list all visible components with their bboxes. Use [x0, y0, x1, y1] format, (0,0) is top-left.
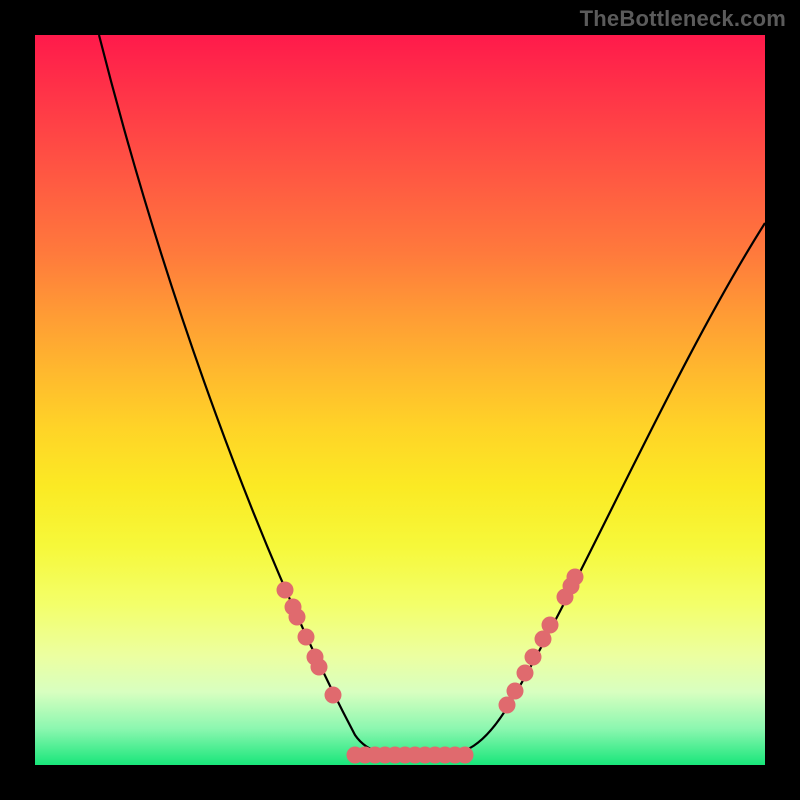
dot-right-1 — [507, 683, 524, 700]
dot-left-0 — [277, 582, 294, 599]
right-curve — [430, 223, 765, 757]
dot-left-3 — [298, 629, 315, 646]
left-curve — [99, 35, 430, 757]
plot-area — [35, 35, 765, 765]
dot-bottom-11 — [457, 747, 474, 764]
dots-group — [277, 569, 584, 764]
watermark-text: TheBottleneck.com — [580, 6, 786, 32]
dot-left-6 — [325, 687, 342, 704]
curve-layer — [35, 35, 765, 765]
dot-right-3 — [525, 649, 542, 666]
dot-right-5 — [542, 617, 559, 634]
dot-left-2 — [289, 609, 306, 626]
chart-frame: TheBottleneck.com — [0, 0, 800, 800]
dot-right-2 — [517, 665, 534, 682]
dot-right-8 — [567, 569, 584, 586]
dot-left-5 — [311, 659, 328, 676]
